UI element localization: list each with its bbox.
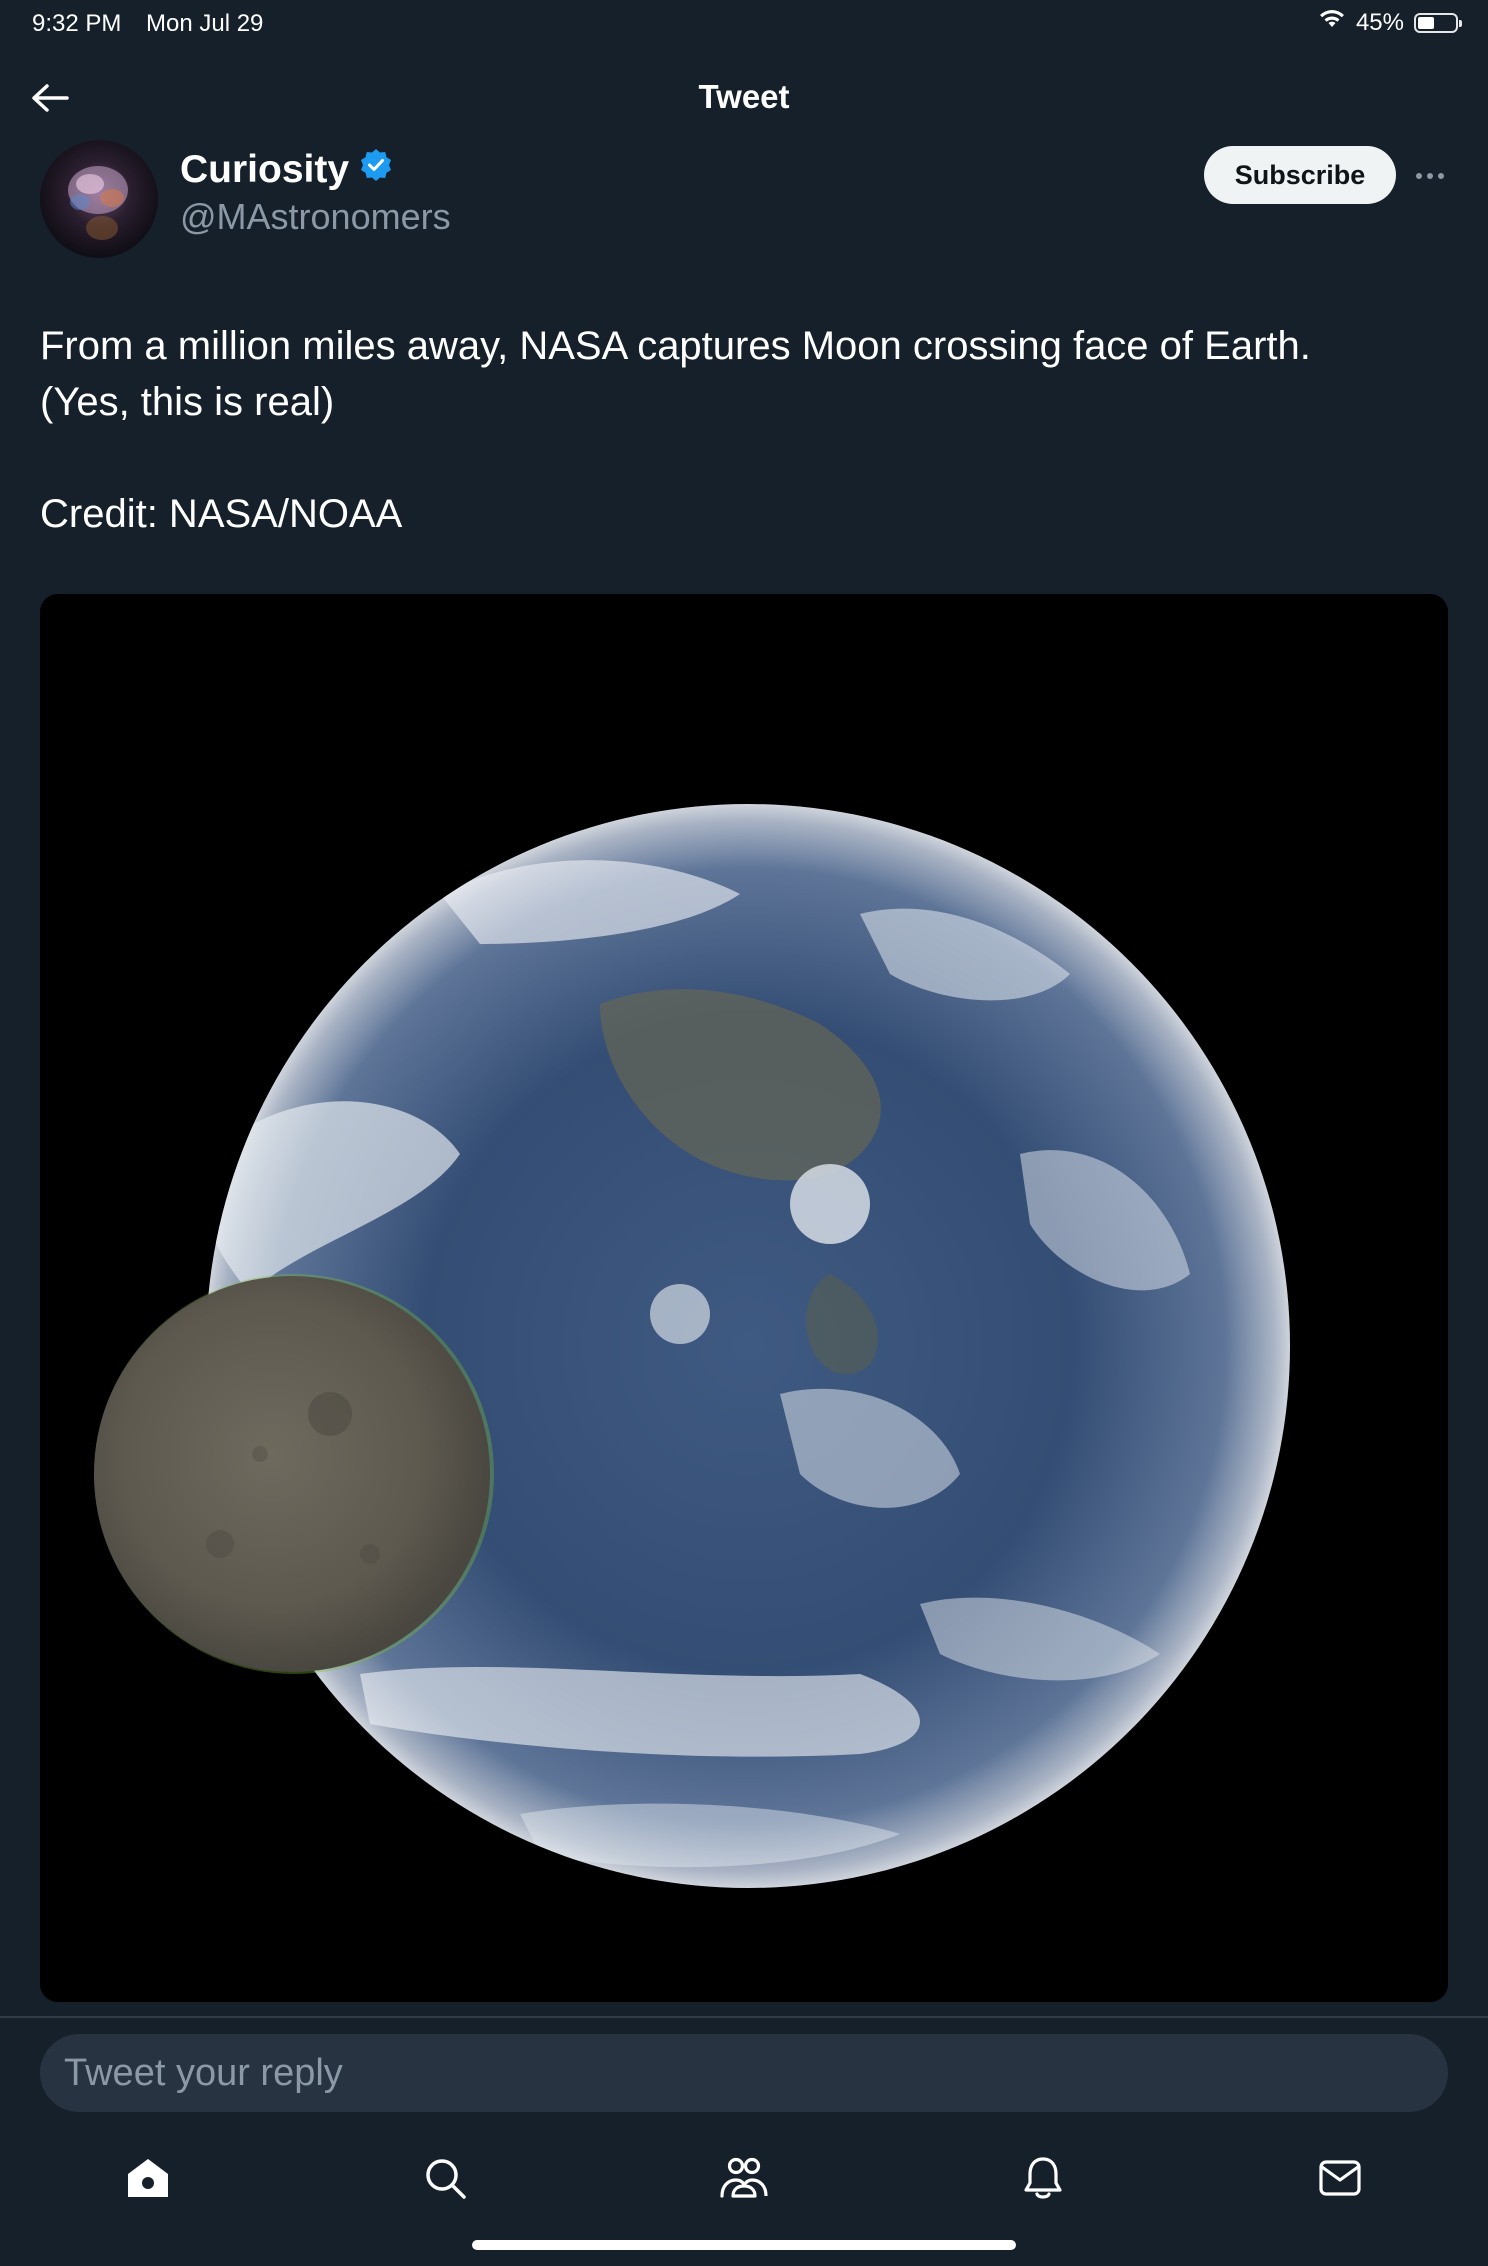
subscribe-button[interactable]: Subscribe [1204,146,1396,204]
status-time: 9:32 PM [32,10,122,37]
battery-percent: 45% [1355,8,1404,36]
battery-level-fill [1418,16,1434,29]
tab-bar [0,2140,1488,2220]
tweet-text-line: From a million miles away, NASA captures… [40,324,1311,368]
messages-icon [1318,2159,1362,2202]
tweet-credit: Credit: NASA/NOAA [40,492,403,536]
tab-messages[interactable] [1310,2150,1370,2210]
home-indicator [472,2240,1016,2250]
notifications-icon [1022,2155,1064,2206]
more-options-button[interactable] [1410,156,1450,196]
status-date: Mon Jul 29 [146,10,264,37]
tab-notifications[interactable] [1013,2150,1073,2210]
ellipsis-icon [1415,167,1445,185]
author-display-name: Curiosity [180,148,350,191]
status-bar: 9:32 PM Mon Jul 29 45% [0,0,1488,48]
tab-search[interactable] [415,2150,475,2210]
wifi-icon [1318,8,1346,37]
author-handle[interactable]: @MAstronomers [180,196,451,238]
search-icon [423,2156,467,2205]
tweet-text-line: (Yes, this is real) [40,380,335,424]
avatar[interactable] [40,140,158,258]
tab-communities[interactable] [714,2150,774,2210]
nav-header: Tweet [0,60,1488,138]
tab-home[interactable] [118,2150,178,2210]
reply-divider [0,2016,1488,2018]
status-indicators: 45% [1318,8,1462,37]
tweet-text: From a million miles away, NASA captures… [40,318,1440,542]
tweet-media-image[interactable] [40,594,1448,2002]
home-icon [125,2156,171,2205]
author-name[interactable]: Curiosity [180,148,393,192]
reply-input[interactable]: Tweet your reply [40,2034,1448,2112]
page-title: Tweet [698,78,790,115]
verified-badge-icon [359,148,393,192]
battery-icon [1414,12,1462,33]
communities-icon [719,2156,769,2205]
